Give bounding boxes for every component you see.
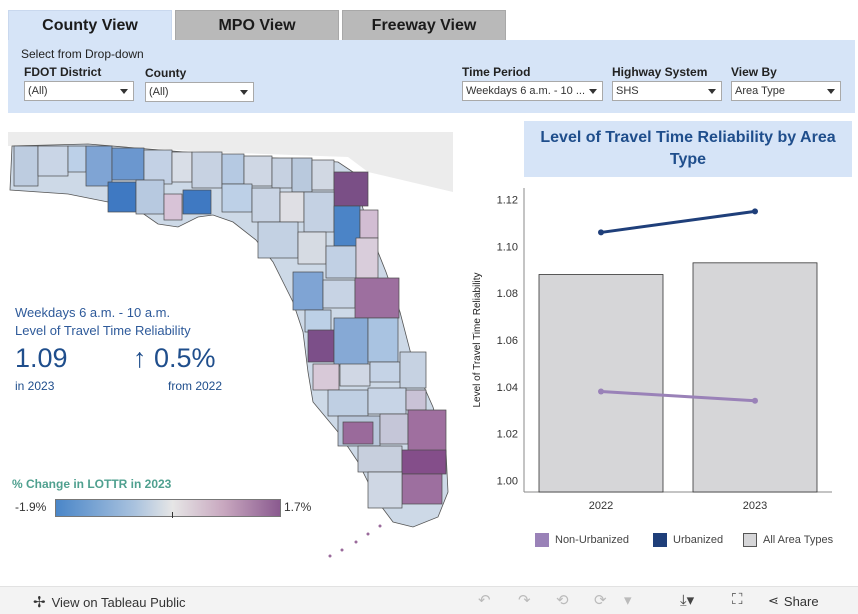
chevron-down-icon <box>589 89 597 94</box>
view-tabs: County View MPO View Freeway View <box>8 10 506 40</box>
y-tick-label: 1.10 <box>497 241 518 253</box>
map-legend-max: 1.7% <box>284 500 312 514</box>
chart-title: Level of Travel Time Reliability by Area… <box>524 121 852 177</box>
redo-icon[interactable]: ↷ <box>518 591 531 609</box>
time-period-value: Weekdays 6 a.m. - 10 ... <box>466 85 586 97</box>
bar-all-area-types <box>538 274 664 493</box>
fdot-district-dropdown[interactable]: (All) <box>24 81 134 101</box>
tableau-logo-icon: ✢ <box>33 594 46 611</box>
point-non-urbanized <box>752 397 758 404</box>
chevron-down-icon <box>708 89 716 94</box>
time-period-dropdown[interactable]: Weekdays 6 a.m. - 10 ... <box>462 81 603 101</box>
lottr-change-note: from 2022 <box>168 379 223 393</box>
legend-swatch-non-urbanized <box>535 533 549 547</box>
view-by-label: View By <box>731 65 777 79</box>
map-metric-label: Level of Travel Time Reliability <box>15 323 191 338</box>
share-icon: ⋖ <box>768 593 779 608</box>
refresh-icon[interactable]: ⟳ <box>594 591 607 609</box>
tableau-toolbar: ✢ View on Tableau Public ↶ ↷ ⟲ ⟳ ▾ ⤓▾ ⛶ … <box>0 586 858 614</box>
view-on-tableau-label: View on Tableau Public <box>51 594 186 610</box>
undo-icon[interactable]: ↶ <box>478 591 491 609</box>
highway-system-value: SHS <box>616 85 639 97</box>
view-by-filter: View By Area Type <box>731 65 841 101</box>
up-arrow-icon: ↑ <box>133 343 147 373</box>
fdot-district-value: (All) <box>28 85 48 97</box>
fdot-district-label: FDOT District <box>24 65 102 79</box>
map-legend-min: -1.9% <box>15 500 47 514</box>
x-tick-label: 2022 <box>589 500 613 512</box>
county-dropdown[interactable]: (All) <box>145 82 254 102</box>
line-urbanized <box>600 209 756 234</box>
fdot-district-filter: FDOT District (All) <box>24 65 134 101</box>
filter-panel: Select from Drop-down FDOT District (All… <box>8 40 855 113</box>
y-tick-label: 1.12 <box>497 195 518 207</box>
highway-system-dropdown[interactable]: SHS <box>612 81 722 101</box>
share-button[interactable]: ⋖ Share <box>768 593 819 609</box>
download-icon[interactable]: ⤓▾ <box>680 591 694 609</box>
lottr-area-type-chart[interactable]: 1.00 1.02 1.04 1.06 1.08 1.10 1.12 Level of Tra… <box>464 180 858 520</box>
map-period-label: Weekdays 6 a.m. - 10 a.m. <box>15 305 171 320</box>
y-axis-label: Level of Travel Time Reliability <box>472 272 483 407</box>
legend-label-urbanized: Urbanized <box>673 534 724 546</box>
chevron-down-icon <box>240 90 248 95</box>
y-tick-label: 1.02 <box>497 429 518 441</box>
fullscreen-icon[interactable]: ⛶ <box>732 591 743 608</box>
x-tick-label: 2023 <box>743 500 767 512</box>
view-by-value: Area Type <box>735 85 785 97</box>
point-non-urbanized <box>598 388 604 395</box>
revert-icon[interactable]: ⟲ <box>556 591 569 609</box>
chevron-down-icon <box>120 89 128 94</box>
view-by-dropdown[interactable]: Area Type <box>731 81 841 101</box>
lottr-value: 1.09 <box>15 343 68 373</box>
point-urbanized <box>598 229 604 236</box>
county-value: (All) <box>149 86 169 98</box>
lottr-change: ↑ 0.5% <box>133 343 216 374</box>
bar-all-area-types <box>692 262 818 493</box>
lottr-value-note: in 2023 <box>15 379 55 393</box>
map-legend-title: % Change in LOTTR in 2023 <box>12 477 172 491</box>
legend-swatch-urbanized <box>653 533 667 547</box>
y-tick-label: 1.06 <box>497 335 518 347</box>
legend-non-urbanized[interactable]: Non-Urbanized <box>535 533 629 547</box>
share-label: Share <box>783 593 819 609</box>
filter-hint: Select from Drop-down <box>21 47 144 61</box>
tab-county-view[interactable]: County View <box>8 10 172 40</box>
view-on-tableau-link[interactable]: ✢ View on Tableau Public <box>33 593 186 611</box>
point-urbanized <box>752 208 758 215</box>
legend-urbanized[interactable]: Urbanized <box>653 533 723 547</box>
chevron-down-icon <box>827 89 835 94</box>
county-label: County <box>145 66 187 80</box>
legend-all-area-types[interactable]: All Area Types <box>743 533 833 547</box>
legend-label-all-area-types: All Area Types <box>763 534 834 546</box>
y-tick-label: 1.08 <box>497 288 518 300</box>
y-tick-label: 1.04 <box>497 382 518 394</box>
lottr-change-value: 0.5% <box>154 343 216 373</box>
legend-swatch-all-area-types <box>743 533 757 547</box>
county-filter: County (All) <box>145 66 254 102</box>
highway-system-label: Highway System <box>612 65 708 79</box>
legend-label-non-urbanized: Non-Urbanized <box>555 534 629 546</box>
time-period-filter: Time Period Weekdays 6 a.m. - 10 ... <box>462 65 603 101</box>
tab-mpo-view[interactable]: MPO View <box>175 10 339 40</box>
tab-freeway-view[interactable]: Freeway View <box>342 10 506 40</box>
time-period-label: Time Period <box>462 65 531 79</box>
y-tick-label: 1.00 <box>497 475 518 487</box>
highway-system-filter: Highway System SHS <box>612 65 722 101</box>
pause-icon[interactable]: ▾ <box>624 591 632 609</box>
map-legend-gradient <box>55 499 281 518</box>
